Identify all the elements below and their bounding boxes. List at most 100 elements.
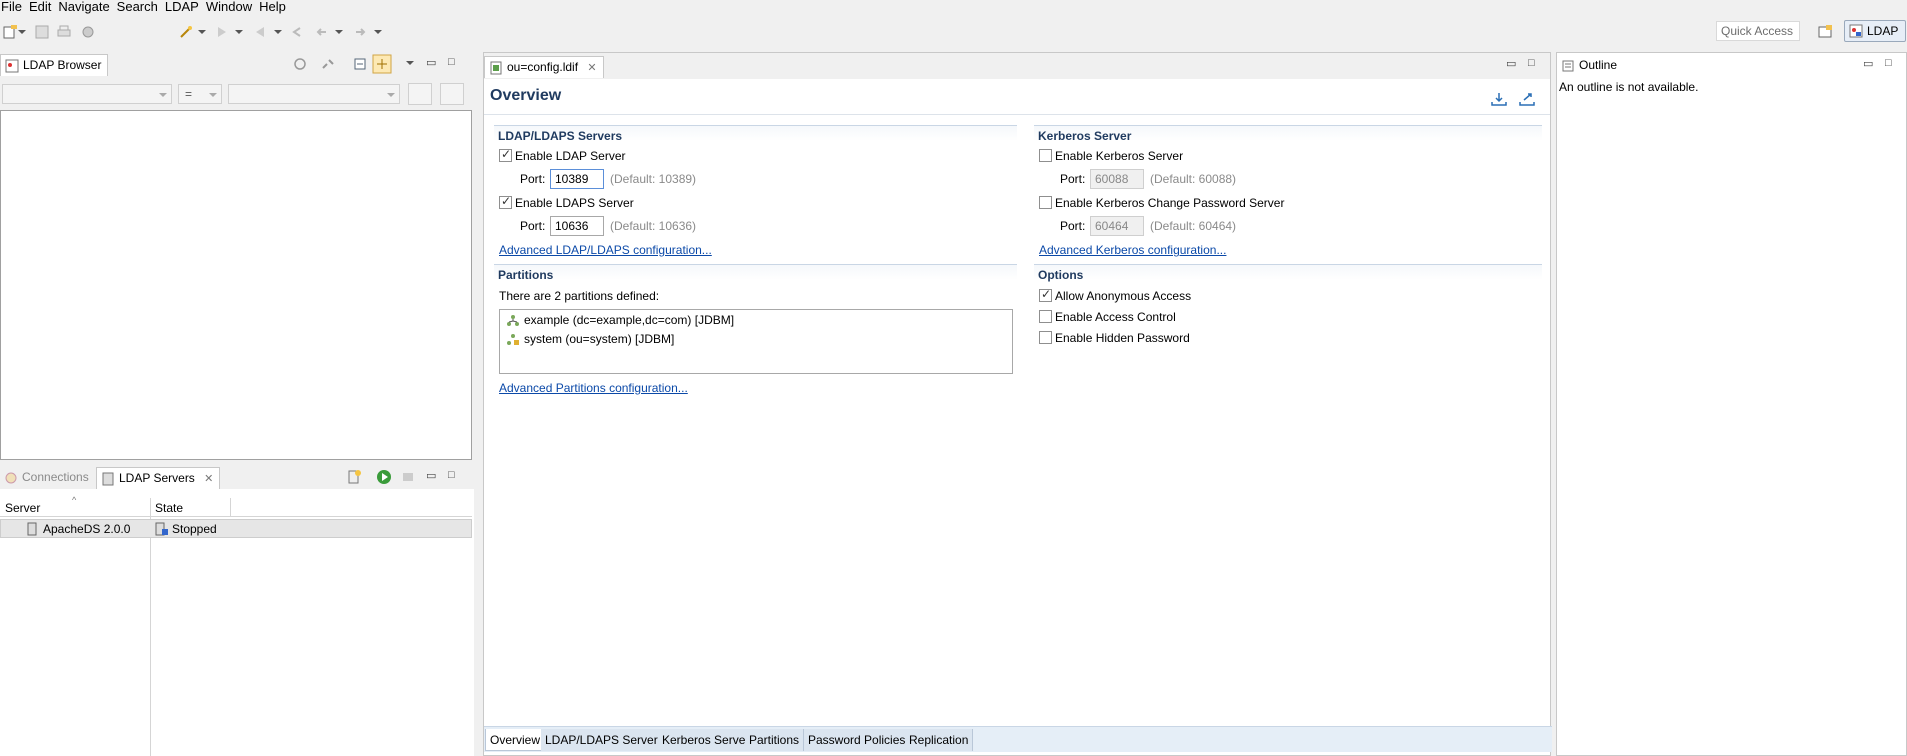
table-row[interactable]: ApacheDS 2.0.0 Stopped — [0, 519, 472, 538]
new-dropdown-icon[interactable] — [18, 30, 26, 34]
export-config-icon[interactable] — [1518, 91, 1536, 107]
menu-window[interactable]: Window — [206, 0, 259, 14]
maximize-icon[interactable]: □ — [1528, 57, 1535, 69]
menu-navigate[interactable]: Navigate — [58, 0, 116, 14]
kerberos-port-default: (Default: 60088) — [1150, 172, 1237, 186]
enable-kerberos-checkbox[interactable] — [1039, 149, 1052, 162]
last-edit-icon — [292, 27, 301, 37]
view-menu-icon[interactable] — [406, 61, 414, 65]
wand-dropdown-icon[interactable] — [198, 30, 206, 34]
ldap-browser-tree[interactable] — [0, 110, 472, 460]
close-icon[interactable]: ✕ — [587, 62, 596, 74]
ldaps-port-label: Port: — [520, 219, 546, 233]
connections-tab-label: Connections — [22, 470, 89, 484]
access-control-checkbox[interactable] — [1039, 310, 1052, 323]
hidden-password-checkbox[interactable] — [1039, 331, 1052, 344]
outline-icon — [1562, 60, 1574, 72]
print-icon — [57, 25, 71, 37]
editor-tabbar: ou=config.ldif ✕ ▭ □ — [484, 53, 1550, 79]
advanced-kerberos-link[interactable]: Advanced Kerberos configuration... — [1039, 243, 1226, 257]
prev-annotation-icon — [256, 27, 264, 37]
maximize-icon[interactable]: □ — [448, 56, 455, 68]
tab-config-ldif[interactable]: ou=config.ldif ✕ — [484, 56, 604, 78]
minimize-icon[interactable]: ▭ — [426, 469, 436, 482]
back-dropdown-icon — [335, 30, 343, 34]
link-icon[interactable] — [320, 56, 336, 72]
enable-ldap-label: Enable LDAP Server — [515, 149, 626, 163]
column-state[interactable]: State — [155, 501, 183, 515]
close-icon[interactable]: ✕ — [204, 473, 213, 485]
properties-icon — [82, 26, 94, 38]
main-toolbar: Quick Access LDAP — [0, 17, 1907, 47]
value-combo[interactable] — [228, 84, 400, 104]
refresh-icon[interactable] — [292, 56, 308, 72]
ldap-perspective-button[interactable]: LDAP — [1844, 20, 1906, 42]
title-divider — [484, 114, 1550, 115]
tab-overview[interactable]: Overview — [485, 729, 546, 751]
menu-help[interactable]: Help — [259, 0, 293, 14]
sort-up-icon: ^ — [72, 495, 77, 505]
ldap-perspective-icon — [1849, 24, 1863, 38]
minimize-icon[interactable]: ▭ — [426, 56, 436, 69]
ldap-servers-tab-label: LDAP Servers — [119, 471, 195, 485]
advanced-partitions-link[interactable]: Advanced Partitions configuration... — [499, 381, 688, 395]
collapse-all-icon[interactable] — [352, 56, 368, 72]
tab-replication[interactable]: Replication — [905, 729, 974, 751]
enable-ldaps-checkbox[interactable] — [499, 194, 512, 209]
run-icon[interactable] — [376, 469, 392, 485]
advanced-ldap-link[interactable]: Advanced LDAP/LDAPS configuration... — [499, 243, 712, 257]
new-icon[interactable] — [2, 24, 18, 40]
partitions-list[interactable]: example (dc=example,dc=com) [JDBM] syste… — [499, 309, 1013, 374]
enable-ldaps-label: Enable LDAPS Server — [515, 196, 634, 210]
chevron-down-icon — [387, 93, 395, 97]
enable-change-password-checkbox[interactable] — [1039, 196, 1052, 209]
connections-icon — [5, 472, 17, 484]
tab-ldap-browser[interactable]: LDAP Browser — [0, 54, 109, 76]
ldap-port-label: Port: — [520, 172, 546, 186]
stopped-state-icon — [155, 522, 168, 536]
servers-table-header: Server ^ State — [0, 495, 472, 517]
prev-annotation-dropdown-icon — [274, 30, 282, 34]
open-perspective-icon[interactable] — [1817, 24, 1833, 40]
ldaps-port-default: (Default: 10636) — [610, 219, 697, 233]
operator-combo[interactable]: = — [178, 84, 222, 104]
list-item[interactable]: example (dc=example,dc=com) [JDBM] — [506, 313, 734, 327]
menu-ldap[interactable]: LDAP — [165, 0, 206, 14]
options-section-title: Options — [1034, 264, 1542, 282]
tab-partitions[interactable]: Partitions — [745, 729, 805, 751]
stop-icon — [403, 473, 413, 481]
clear-filter-button[interactable] — [440, 83, 464, 105]
chevron-down-icon — [209, 93, 217, 97]
list-item[interactable]: system (ou=system) [JDBM] — [506, 332, 674, 346]
minimize-icon[interactable]: ▭ — [1863, 57, 1873, 70]
servers-tabbar: Connections LDAP Servers ✕ ▭ □ — [0, 465, 474, 489]
tab-connections[interactable]: Connections — [0, 467, 95, 489]
quick-access-input[interactable]: Quick Access — [1716, 21, 1800, 41]
tab-kerberos-server[interactable]: Kerberos Server — [658, 729, 755, 751]
allow-anonymous-checkbox[interactable] — [1039, 287, 1052, 302]
column-server[interactable]: Server — [5, 501, 40, 515]
server-state: Stopped — [172, 522, 217, 536]
enable-ldap-checkbox[interactable] — [499, 147, 512, 162]
kerberos-section-title: Kerberos Server — [1034, 125, 1542, 143]
maximize-icon[interactable]: □ — [1885, 57, 1892, 69]
new-server-icon[interactable] — [346, 469, 362, 485]
menu-bar: File Edit Navigate Search LDAP Window He… — [0, 0, 1907, 14]
minimize-icon[interactable]: ▭ — [1506, 57, 1516, 70]
menu-search[interactable]: Search — [117, 0, 165, 14]
save-config-icon[interactable] — [1490, 91, 1508, 107]
menu-edit[interactable]: Edit — [29, 0, 58, 14]
apply-filter-button[interactable] — [408, 83, 432, 105]
ldaps-port-input[interactable]: 10636 — [550, 216, 604, 236]
wand-icon[interactable] — [178, 24, 194, 40]
attribute-combo[interactable] — [2, 84, 172, 104]
link-with-editor-icon[interactable] — [372, 54, 392, 74]
allow-anonymous-label: Allow Anonymous Access — [1055, 289, 1192, 303]
ldap-port-input[interactable]: 10389 — [550, 169, 604, 189]
tab-password-policies[interactable]: Password Policies — [804, 729, 911, 751]
maximize-icon[interactable]: □ — [448, 469, 455, 481]
tab-outline[interactable]: Outline — [1557, 55, 1623, 77]
tab-ldap-servers[interactable]: LDAP Servers ✕ — [96, 467, 221, 489]
menu-file[interactable]: File — [0, 0, 29, 14]
tab-ldap-ldaps-servers[interactable]: LDAP/LDAPS Servers — [541, 729, 669, 751]
